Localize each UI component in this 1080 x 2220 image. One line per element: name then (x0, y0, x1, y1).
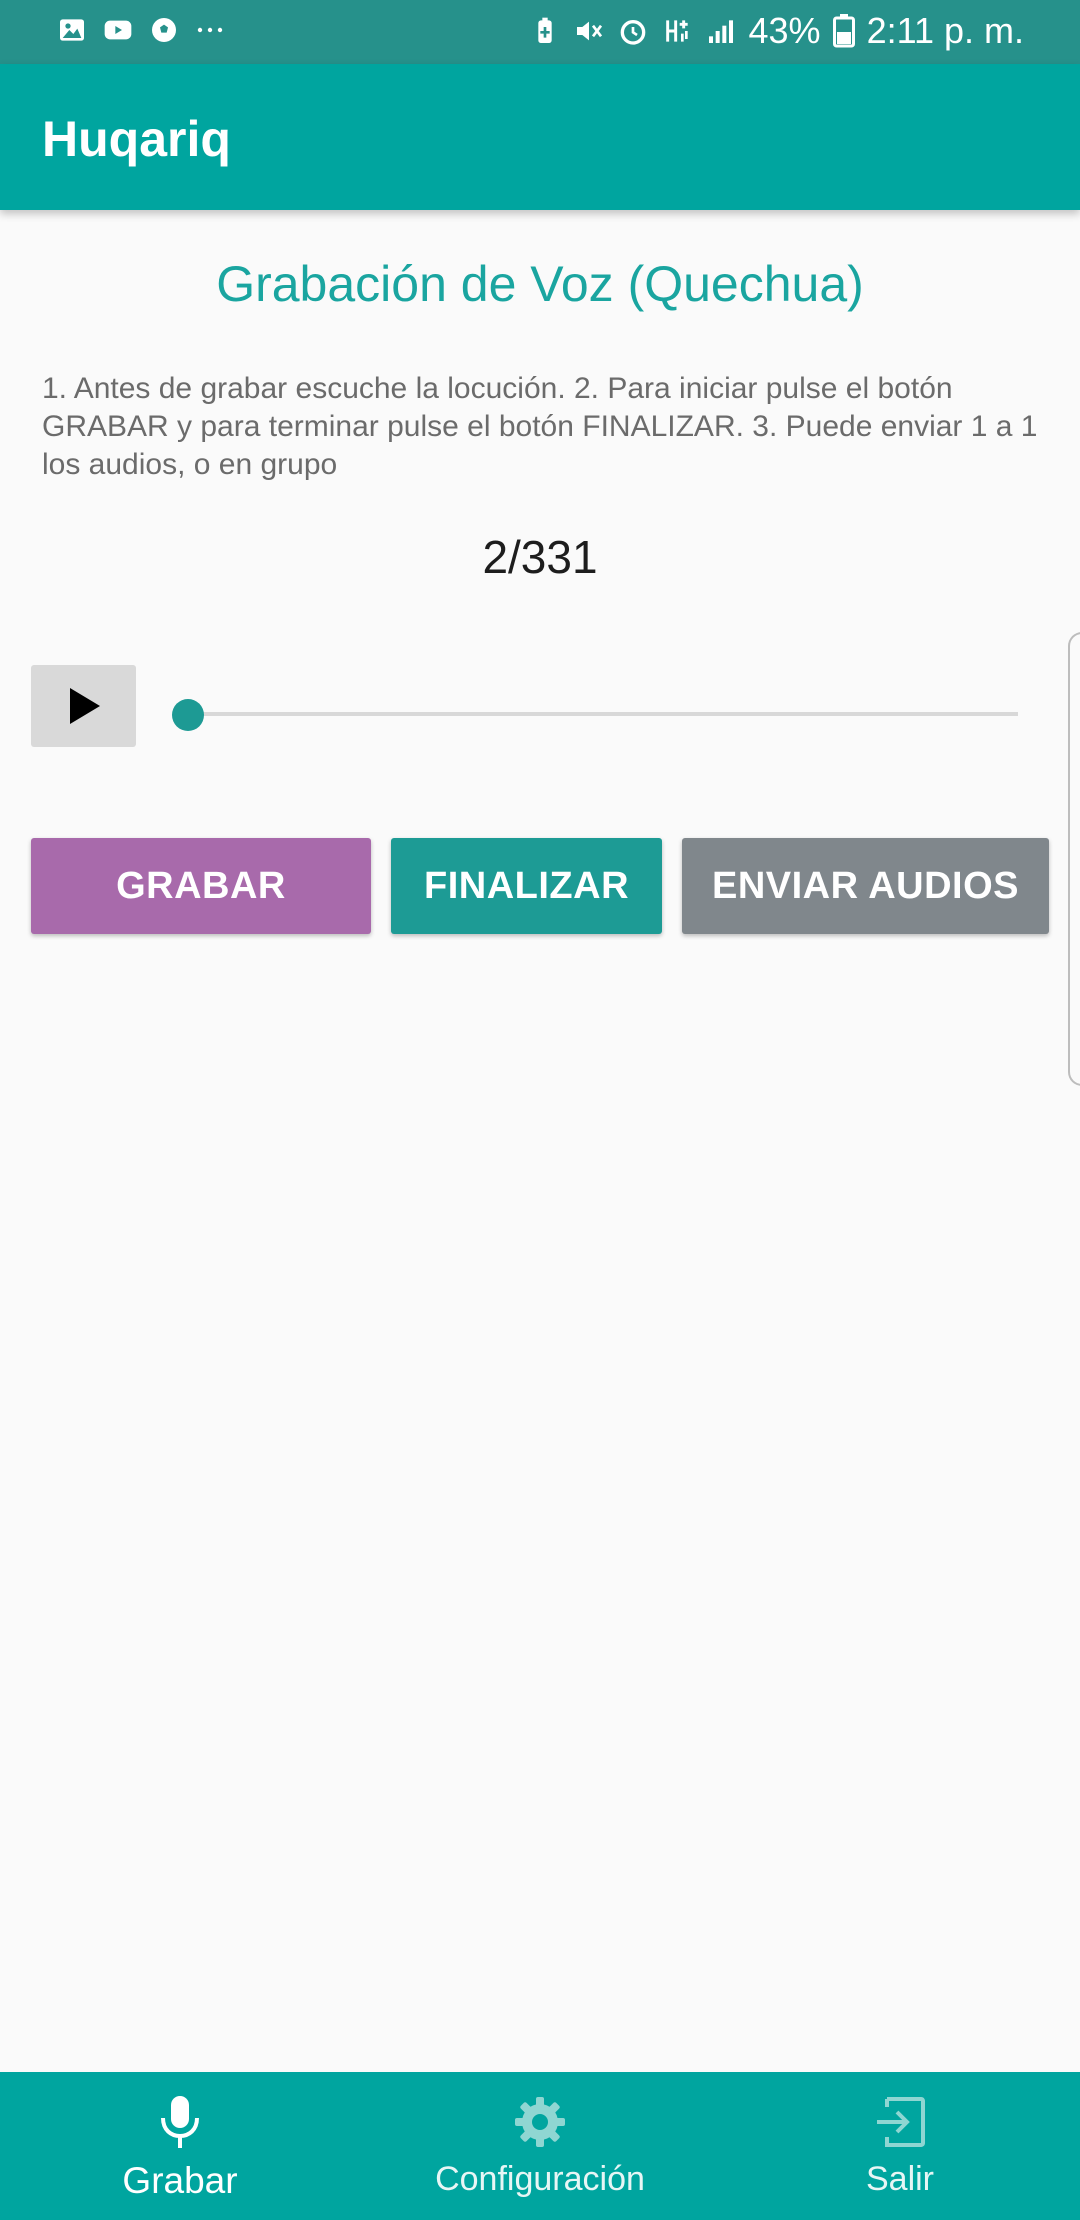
gallery-icon (60, 19, 84, 41)
recording-counter: 2/331 (482, 531, 598, 583)
gear-icon (515, 2097, 565, 2147)
instructions-text: 1. Antes de grabar escuche la locución. … (42, 372, 1038, 481)
microphone-icon (161, 2096, 199, 2148)
youtube-icon (104, 20, 132, 40)
nav-item-settings[interactable]: Configuración (390, 2072, 690, 2220)
signal-icon (708, 20, 733, 43)
status-bar-notifications (56, 14, 226, 46)
nav-item-exit[interactable]: Salir (800, 2072, 1000, 2220)
record-button[interactable]: Grabar (31, 838, 371, 934)
status-bar-system: 43% 2:11 p. m. (529, 10, 1024, 52)
nav-label-record: Grabar (122, 2160, 238, 2201)
app-bar: Huqariq (0, 64, 1080, 210)
status-bar: 43% 2:11 p. m. (0, 0, 1080, 64)
battery-icon (832, 14, 855, 48)
finish-button[interactable]: Finalizar (391, 838, 662, 934)
play-button[interactable] (31, 665, 136, 747)
clock: 2:11 p. m. (866, 10, 1024, 51)
logout-icon (877, 2097, 925, 2147)
send-audios-button[interactable]: Enviar audios (682, 838, 1049, 934)
battery-saver-icon (537, 17, 552, 43)
nav-item-record[interactable]: Grabar (80, 2072, 280, 2220)
page-title: Grabación de Voz (Quechua) (216, 256, 864, 312)
alarm-icon (620, 19, 645, 45)
edge-panel-handle[interactable] (1068, 632, 1080, 1086)
nav-label-exit: Salir (865, 2160, 935, 2198)
play-icon (69, 688, 100, 724)
battery-percentage: 43% (748, 10, 821, 51)
app-title: Huqariq (42, 111, 231, 167)
more-dots-icon (197, 27, 223, 33)
audio-seekbar[interactable] (188, 712, 1018, 716)
nav-label-settings: Configuración (435, 2160, 645, 2198)
bottom-navigation: Grabar Configuración Salir (0, 2072, 1080, 2220)
mute-icon (576, 21, 602, 41)
seekbar-thumb[interactable] (172, 699, 204, 731)
soccer-ball-icon (152, 18, 176, 42)
network-type-icon (665, 20, 688, 42)
